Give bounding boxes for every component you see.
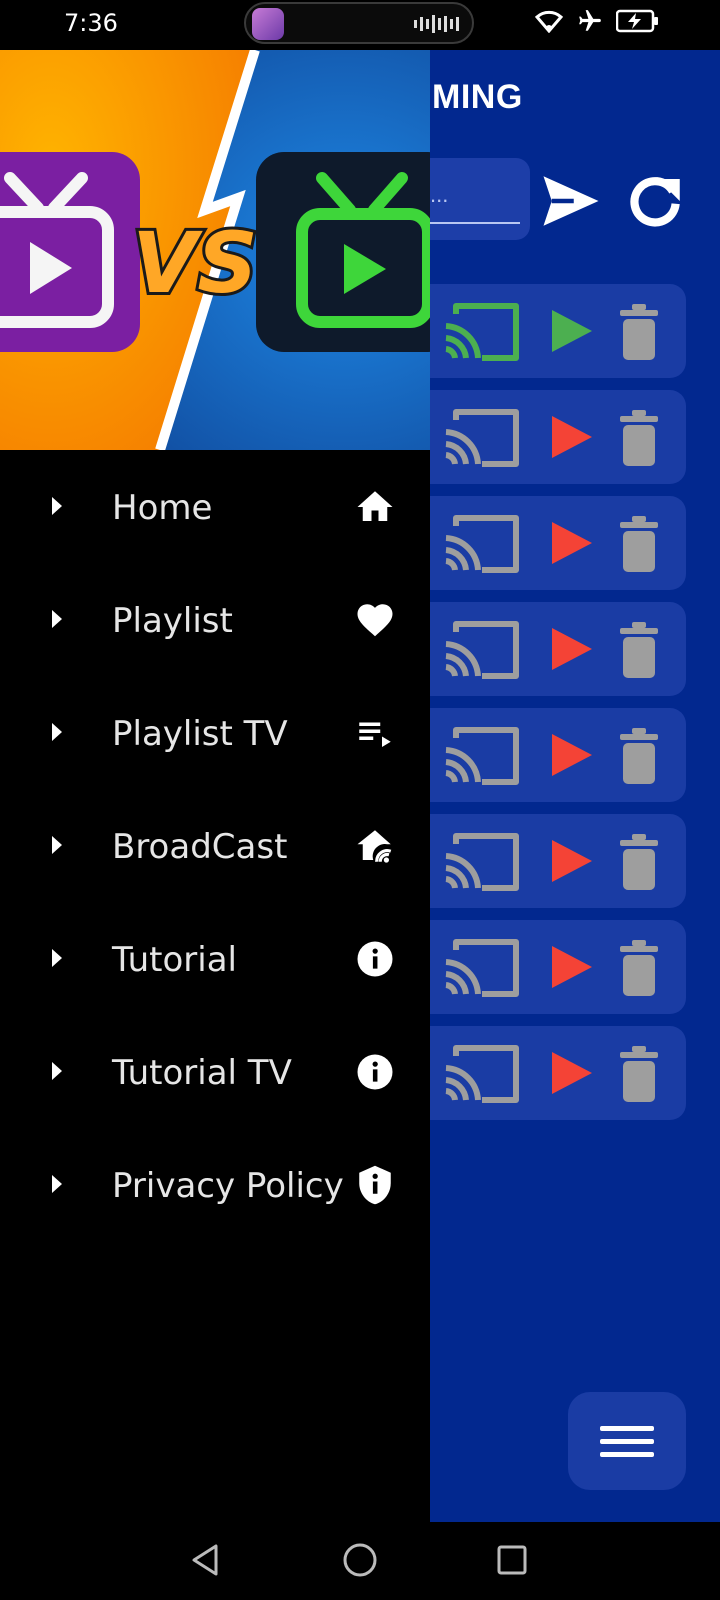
home-icon xyxy=(357,491,393,521)
status-bar: 7:36 xyxy=(0,0,720,50)
cast-icon[interactable] xyxy=(442,724,522,788)
stream-row xyxy=(430,920,686,1014)
menu-fab-button[interactable] xyxy=(568,1392,686,1490)
play-icon[interactable] xyxy=(550,732,594,778)
menu-item-tutorial[interactable]: Tutorial xyxy=(0,902,430,1015)
trash-icon[interactable] xyxy=(618,834,660,890)
main-screen: MING ... xyxy=(430,50,720,1522)
refresh-icon[interactable] xyxy=(622,168,688,234)
caret-right-icon xyxy=(52,610,62,628)
menu-item-playlist-tv[interactable]: Playlist TV xyxy=(0,676,430,789)
trash-icon[interactable] xyxy=(618,410,660,466)
send-icon[interactable] xyxy=(538,168,604,234)
navigation-drawer: VS Home Playlist Playlist TV BroadCast T… xyxy=(0,50,430,1522)
media-thumbnail xyxy=(252,8,284,40)
trash-icon[interactable] xyxy=(618,940,660,996)
stream-row xyxy=(430,1026,686,1120)
menu-item-label: Playlist xyxy=(112,601,233,641)
caret-right-icon xyxy=(52,497,62,515)
cast-icon[interactable] xyxy=(442,936,522,1000)
shield-info-icon xyxy=(359,1165,391,1205)
stream-row xyxy=(430,708,686,802)
info-icon xyxy=(357,1054,393,1090)
menu-item-privacy-policy[interactable]: Privacy Policy xyxy=(0,1128,430,1241)
svg-text:VS: VS xyxy=(132,214,258,312)
stream-row xyxy=(430,496,686,590)
trash-icon[interactable] xyxy=(618,1046,660,1102)
audio-wave-icon xyxy=(414,15,459,33)
trash-icon[interactable] xyxy=(618,304,660,360)
status-icons xyxy=(534,8,660,34)
play-icon[interactable] xyxy=(550,626,594,672)
caret-right-icon xyxy=(52,1175,62,1193)
menu-line xyxy=(600,1452,654,1457)
battery-charging-icon xyxy=(616,9,658,33)
app-title: MING xyxy=(432,78,523,116)
play-icon[interactable] xyxy=(550,520,594,566)
menu-item-label: Playlist TV xyxy=(112,714,288,754)
playlist-play-icon xyxy=(359,722,391,747)
menu-line xyxy=(600,1426,654,1431)
play-icon[interactable] xyxy=(550,838,594,884)
stream-row xyxy=(430,390,686,484)
cast-icon[interactable] xyxy=(442,512,522,576)
caret-right-icon xyxy=(52,723,62,741)
system-nav-bar xyxy=(0,1522,720,1600)
broadcast-home-icon xyxy=(357,830,392,863)
play-icon[interactable] xyxy=(550,308,594,354)
stream-row xyxy=(430,284,686,378)
play-icon[interactable] xyxy=(550,1050,594,1096)
dynamic-island[interactable] xyxy=(244,2,474,44)
cast-icon[interactable] xyxy=(442,1042,522,1106)
menu-item-broadcast[interactable]: BroadCast xyxy=(0,789,430,902)
drawer-menu: Home Playlist Playlist TV BroadCast Tuto… xyxy=(0,450,430,1241)
recents-icon[interactable] xyxy=(490,1538,534,1582)
menu-item-label: BroadCast xyxy=(112,827,288,867)
menu-item-label: Home xyxy=(112,488,213,528)
menu-item-label: Tutorial xyxy=(112,940,237,980)
wifi-icon xyxy=(534,10,564,33)
caret-right-icon xyxy=(52,949,62,967)
green-tv-app-icon xyxy=(256,152,430,352)
stream-row xyxy=(430,814,686,908)
url-input-placeholder: ... xyxy=(430,182,449,207)
cast-icon[interactable] xyxy=(442,618,522,682)
play-icon[interactable] xyxy=(550,944,594,990)
caret-right-icon xyxy=(52,1062,62,1080)
status-time: 7:36 xyxy=(64,9,118,37)
purple-tv-app-icon xyxy=(0,152,140,352)
menu-item-playlist[interactable]: Playlist xyxy=(0,563,430,676)
drawer-header-banner: VS xyxy=(0,50,430,450)
stream-row xyxy=(430,602,686,696)
url-input-underline xyxy=(430,222,520,224)
info-icon xyxy=(357,941,393,977)
cast-icon[interactable] xyxy=(442,300,522,364)
back-icon[interactable] xyxy=(184,1538,228,1582)
stream-list xyxy=(430,284,686,1132)
airplane-mode-icon xyxy=(579,10,601,31)
menu-item-label: Tutorial TV xyxy=(112,1053,292,1093)
caret-right-icon xyxy=(52,836,62,854)
home-circle-icon[interactable] xyxy=(338,1538,382,1582)
cast-icon[interactable] xyxy=(442,406,522,470)
menu-line xyxy=(600,1439,654,1444)
url-input[interactable]: ... xyxy=(430,158,530,240)
trash-icon[interactable] xyxy=(618,622,660,678)
menu-item-tutorial-tv[interactable]: Tutorial TV xyxy=(0,1015,430,1128)
cast-icon[interactable] xyxy=(442,830,522,894)
trash-icon[interactable] xyxy=(618,728,660,784)
trash-icon[interactable] xyxy=(618,516,660,572)
heart-icon xyxy=(357,604,393,637)
menu-item-label: Privacy Policy xyxy=(112,1166,344,1206)
menu-item-home[interactable]: Home xyxy=(0,450,430,563)
play-icon[interactable] xyxy=(550,414,594,460)
